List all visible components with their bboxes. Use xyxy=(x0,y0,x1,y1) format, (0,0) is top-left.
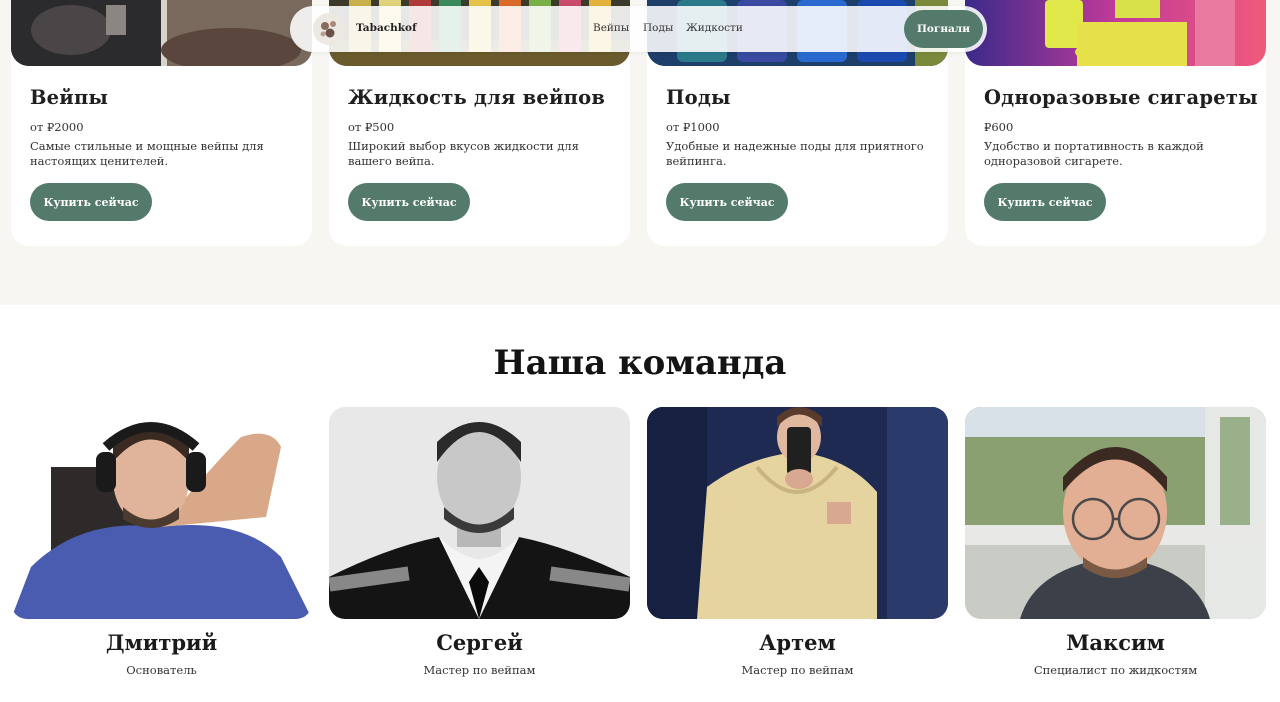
buy-now-button[interactable]: Купить сейчас xyxy=(30,183,152,221)
buy-now-button[interactable]: Купить сейчас xyxy=(984,183,1106,221)
product-title: Поды xyxy=(666,86,731,109)
product-image-disposables xyxy=(965,0,1266,66)
product-title: Жидкость для вейпов xyxy=(348,86,606,109)
team-member-photo xyxy=(647,407,948,619)
product-price: ₽600 xyxy=(984,120,1014,134)
team-member-name: Дмитрий xyxy=(105,630,218,655)
product-card-vapes: Вейпы от ₽2000 Самые стильные и мощные в… xyxy=(11,0,312,246)
product-description: Широкий выбор вкусов жидкости для вашего… xyxy=(348,139,579,168)
team-member-photo xyxy=(11,407,312,619)
team-member-photo xyxy=(329,407,630,619)
nav-link-pods[interactable]: Поды xyxy=(643,22,673,34)
product-card-disposables: Одноразовые сигареты ₽600 Удобство и пор… xyxy=(965,0,1266,246)
product-description: Удобство и портативность в каждой однора… xyxy=(984,139,1204,168)
team-member-role: Специалист по жидкостям xyxy=(1033,663,1198,677)
team-section-title: Наша команда xyxy=(493,343,787,383)
product-price: от ₽2000 xyxy=(30,120,84,134)
product-title: Одноразовые сигареты xyxy=(984,86,1258,109)
buy-now-button[interactable]: Купить сейчас xyxy=(348,183,470,221)
product-title: Вейпы xyxy=(30,86,109,109)
nav-link-vapes[interactable]: Вейпы xyxy=(593,22,629,34)
team-member-name: Сергей xyxy=(436,630,523,655)
logo-icon[interactable] xyxy=(313,13,345,45)
navbar: Tabachkof Вейпы Поды Жидкости Погнали xyxy=(290,6,987,52)
product-image-vapes xyxy=(11,0,312,66)
product-price: от ₽500 xyxy=(348,120,395,134)
team-member-name: Максим xyxy=(1066,630,1165,655)
product-description: Самые стильные и мощные вейпы для настоя… xyxy=(30,139,264,168)
cta-button[interactable]: Погнали xyxy=(904,10,983,48)
team-member-photo xyxy=(965,407,1266,619)
team-member-role: Мастер по вейпам xyxy=(741,663,854,677)
buy-now-button[interactable]: Купить сейчас xyxy=(666,183,788,221)
brand-name[interactable]: Tabachkof xyxy=(356,22,417,34)
product-description: Удобные и надежные поды для приятного ве… xyxy=(666,139,924,168)
nav-link-liquids[interactable]: Жидкости xyxy=(686,22,743,34)
team-member-role: Мастер по вейпам xyxy=(423,663,536,677)
team-member-role: Основатель xyxy=(126,663,197,677)
product-price: от ₽1000 xyxy=(666,120,720,134)
team-member-name: Артем xyxy=(759,630,836,655)
